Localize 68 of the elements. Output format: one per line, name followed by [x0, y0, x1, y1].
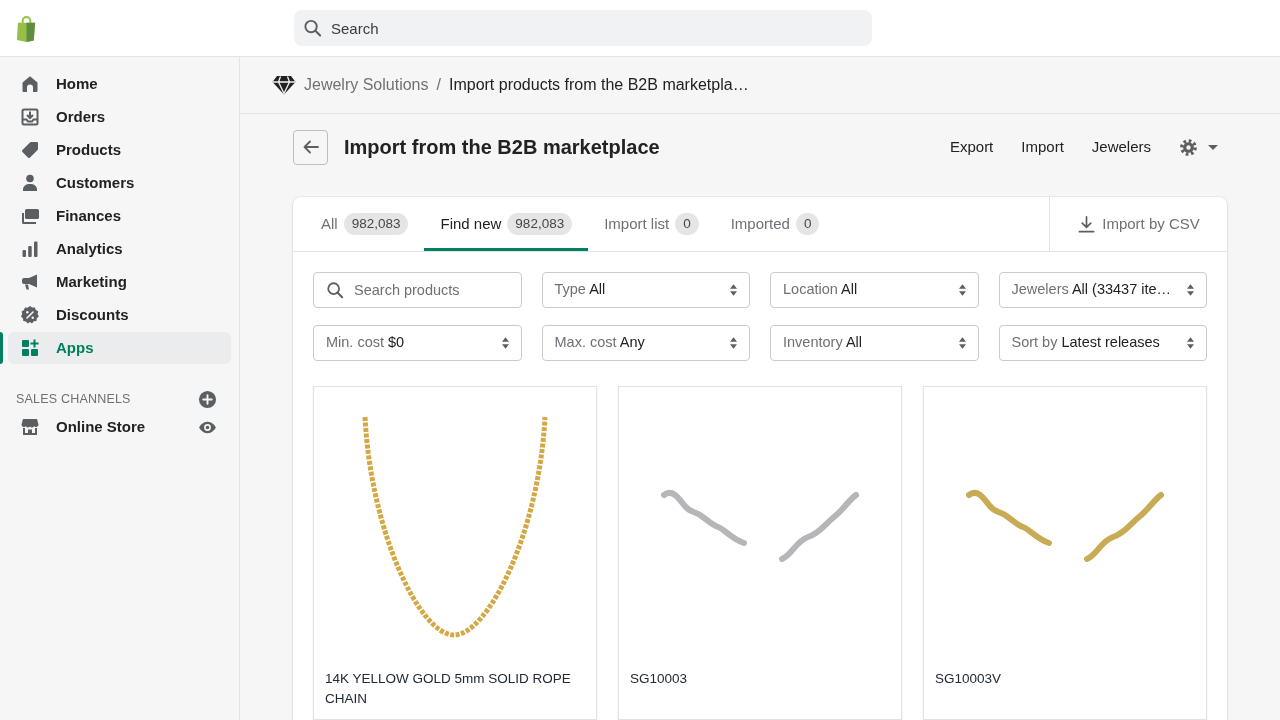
header-action-button[interactable]: Import: [1007, 129, 1078, 165]
diamond-icon: [272, 75, 296, 95]
sidebar-item[interactable]: Apps: [8, 332, 231, 364]
percent-badge-icon: [20, 305, 40, 325]
page-title: Import from the B2B marketplace: [344, 135, 660, 159]
up-down-arrows-icon: [1186, 336, 1195, 350]
filter-dropdown[interactable]: Max. cost Any: [541, 325, 750, 361]
breadcrumb-current: Import products from the B2B marketpla…: [448, 75, 749, 95]
up-down-arrows-icon: [1186, 283, 1195, 297]
tab[interactable]: Import list 0: [588, 197, 715, 251]
header-action-button[interactable]: Export: [935, 129, 1008, 165]
shopping-bag-icon[interactable]: [15, 14, 38, 42]
sidebar-item[interactable]: Online Store: [8, 411, 190, 443]
breadcrumb-separator: /: [436, 75, 441, 95]
back-button[interactable]: [293, 129, 328, 165]
filter-dropdown[interactable]: Location All: [770, 272, 979, 308]
up-down-arrows-icon: [957, 283, 967, 297]
section-heading: SALES CHANNELS: [16, 390, 131, 408]
up-down-arrows-icon: [729, 336, 738, 350]
product-title: SG10003: [630, 670, 689, 688]
cards-icon: [20, 206, 40, 226]
count-badge: 982,083: [507, 213, 573, 235]
product-card[interactable]: 14K YELLOW GOLD 5mm SOLID ROPE CHAIN: [313, 386, 597, 720]
filter-dropdown[interactable]: Jewelers All (33437 ite…: [998, 272, 1207, 308]
tab[interactable]: All 982,083: [305, 197, 425, 251]
search-icon: [326, 281, 344, 299]
sidebar-item[interactable]: Products: [8, 134, 231, 166]
count-badge: 982,083: [343, 213, 409, 235]
download-icon: [1077, 214, 1097, 234]
product-title: 14K YELLOW GOLD 5mm SOLID ROPE CHAIN: [325, 670, 572, 708]
sidebar-item[interactable]: Analytics: [8, 233, 231, 265]
megaphone-icon: [20, 272, 40, 292]
filter-dropdown[interactable]: Sort by Latest releases: [998, 325, 1207, 361]
count-badge: 0: [795, 213, 820, 235]
product-card[interactable]: SG10003: [618, 386, 902, 720]
storefront-icon: [20, 417, 40, 437]
tab[interactable]: Find new 982,083: [424, 197, 589, 251]
up-down-arrows-icon: [500, 336, 510, 350]
product-search-field[interactable]: Search products: [313, 272, 522, 308]
sidebar-item[interactable]: Marketing: [8, 266, 231, 298]
product-title: SG10003V: [935, 670, 1003, 688]
tab[interactable]: Imported 0: [714, 197, 836, 251]
up-down-arrows-icon: [729, 283, 738, 297]
sidebar-item[interactable]: Discounts: [8, 299, 231, 331]
filter-dropdown[interactable]: Min. cost $0: [313, 325, 522, 361]
sidebar-item[interactable]: Finances: [8, 200, 231, 232]
count-badge: 0: [675, 213, 699, 235]
filter-dropdown[interactable]: Inventory All: [770, 325, 979, 361]
house-icon: [20, 74, 40, 94]
sidebar-item[interactable]: Home: [8, 68, 231, 100]
bar-chart-icon: [20, 239, 40, 259]
breadcrumb-link[interactable]: Jewelry Solutions: [304, 73, 429, 97]
person-icon: [20, 173, 40, 193]
product-card[interactable]: SG10003V: [923, 386, 1207, 720]
caret-down-icon: [1208, 144, 1218, 150]
tag-icon: [20, 140, 40, 160]
add-circle-icon[interactable]: [198, 389, 217, 409]
apps-grid-icon: [20, 338, 40, 358]
header-action-button[interactable]: Jewelers: [1077, 129, 1165, 165]
search-field[interactable]: Search: [294, 10, 872, 46]
import-csv-button[interactable]: Import by CSV: [1077, 212, 1200, 236]
search-icon: [303, 18, 322, 38]
filter-dropdown[interactable]: Type All: [541, 272, 750, 308]
up-down-arrows-icon: [957, 336, 967, 350]
sidebar-item[interactable]: Orders: [8, 101, 231, 133]
selected-indicator: [0, 332, 3, 364]
settings-icon: [1179, 137, 1198, 157]
sidebar-item[interactable]: Customers: [8, 167, 231, 199]
